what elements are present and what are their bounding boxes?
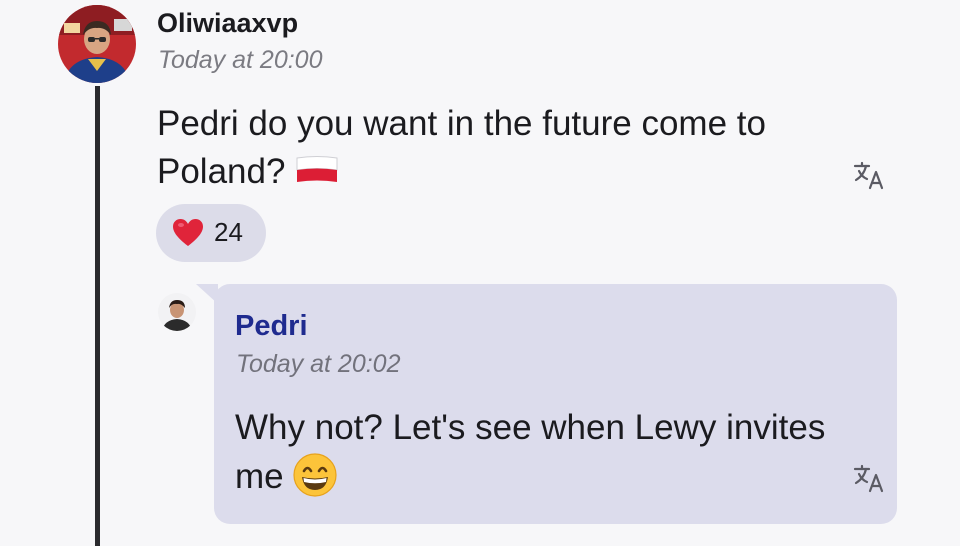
message-timestamp: Today at 20:00	[158, 46, 323, 74]
translate-icon[interactable]	[853, 463, 887, 493]
reply-timestamp: Today at 20:02	[236, 350, 401, 378]
avatar[interactable]	[58, 5, 136, 83]
translate-icon[interactable]	[853, 160, 887, 190]
reply-username[interactable]: Pedri	[235, 310, 308, 343]
poland-flag-icon	[295, 150, 339, 182]
grinning-face-icon	[292, 452, 338, 498]
heart-icon	[172, 218, 204, 248]
reaction-count: 24	[214, 217, 243, 247]
reply-avatar[interactable]	[158, 293, 196, 331]
message-body: Pedri do you want in the future come to …	[157, 100, 857, 196]
heart-reaction-button[interactable]: 24	[156, 204, 266, 262]
reply-body: Why not? Let's see when Lewy invites me	[235, 404, 835, 501]
message-text: Pedri do you want in the future come to …	[157, 104, 766, 191]
thread-line	[95, 86, 100, 546]
message-username[interactable]: Oliwiaaxvp	[157, 8, 298, 39]
